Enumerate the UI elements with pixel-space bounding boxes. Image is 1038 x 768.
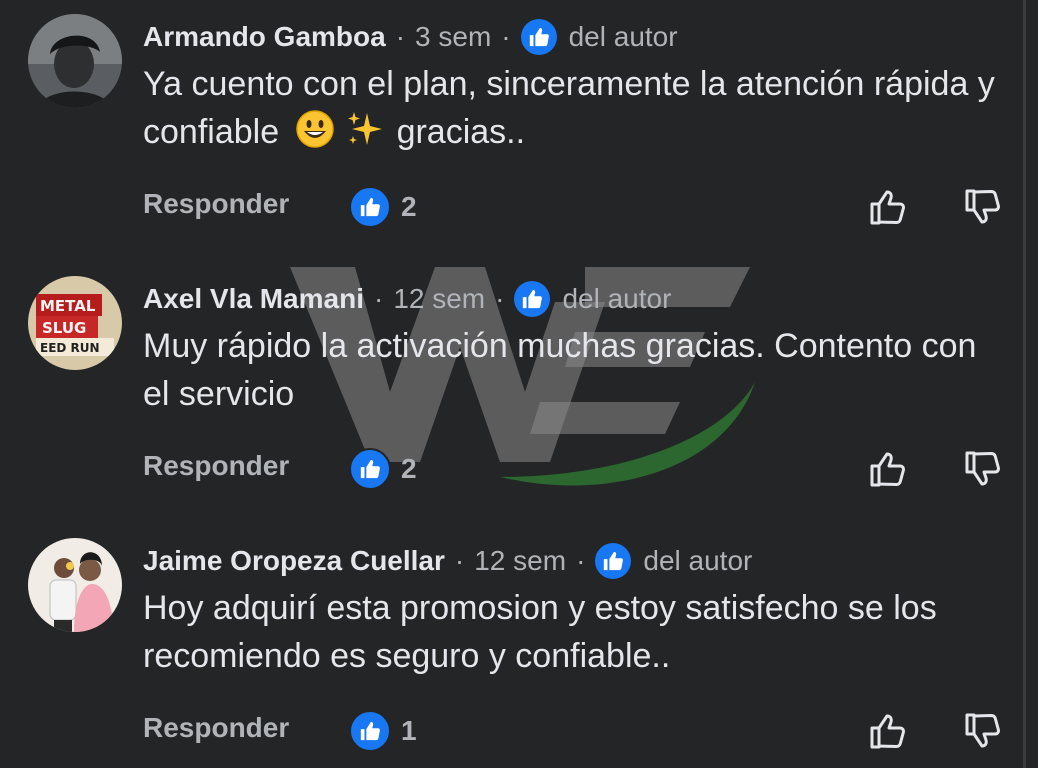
- avatar[interactable]: METAL SLUG EED RUN: [28, 276, 122, 370]
- comment-time[interactable]: 12 sem: [393, 283, 485, 315]
- thumbs-up-outline-icon[interactable]: [866, 186, 908, 228]
- comment-text-part: Ya cuento con el plan, sinceramente la a…: [143, 65, 995, 151]
- comment-actions: Responder 2: [143, 448, 1003, 490]
- avatar[interactable]: [28, 14, 122, 108]
- comment-meta: Armando Gamboa · 3 sem · del autor: [143, 18, 678, 56]
- author-name[interactable]: Armando Gamboa: [143, 21, 386, 53]
- comment-item: Jaime Oropeza Cuellar · 12 sem · del aut…: [0, 524, 1030, 768]
- reply-button[interactable]: Responder: [143, 712, 289, 744]
- comment-meta: Jaime Oropeza Cuellar · 12 sem · del aut…: [143, 542, 752, 580]
- scrollbar[interactable]: [1023, 0, 1026, 768]
- reaction-summary[interactable]: 1: [349, 710, 417, 752]
- thumbs-up-icon: [520, 19, 557, 55]
- avatar[interactable]: [28, 538, 122, 632]
- comment-time[interactable]: 12 sem: [474, 545, 566, 577]
- thumbs-up-icon: [595, 543, 632, 579]
- reaction-summary[interactable]: 2: [349, 186, 417, 228]
- thumbs-up-icon: [349, 448, 391, 490]
- author-tag: del autor: [568, 21, 678, 52]
- reaction-summary[interactable]: 2: [349, 448, 417, 490]
- comment-time[interactable]: 3 sem: [415, 21, 491, 53]
- separator: ·: [373, 283, 384, 314]
- separator: ·: [495, 283, 505, 314]
- comment-text: Hoy adquirí esta promosion y estoy satis…: [143, 589, 937, 675]
- thumbs-up-outline-icon[interactable]: [866, 448, 908, 490]
- author-tag: del autor: [643, 545, 753, 576]
- separator: ·: [454, 545, 465, 576]
- avatar-text: SLUG: [42, 319, 86, 337]
- author-name[interactable]: Jaime Oropeza Cuellar: [143, 545, 445, 577]
- author-tag: del autor: [562, 283, 672, 314]
- author-name[interactable]: Axel Vla Mamani: [143, 283, 364, 315]
- comment-text: Muy rápido la activación muchas gracias.…: [143, 327, 977, 413]
- comment-meta: Axel Vla Mamani · 12 sem · del autor: [143, 280, 671, 318]
- like-count: 2: [401, 453, 417, 484]
- sparkles-emoji-icon: [347, 112, 382, 145]
- comment-actions: Responder 2: [143, 186, 1003, 228]
- separator: ·: [395, 21, 406, 52]
- thumbs-up-icon: [349, 186, 391, 228]
- comment-actions: Responder 1: [143, 710, 1003, 752]
- like-count: 1: [401, 715, 417, 746]
- comment-text: Ya cuento con el plan, sinceramente la a…: [143, 60, 1003, 156]
- reply-button[interactable]: Responder: [143, 450, 289, 482]
- thumbs-up-icon: [349, 710, 391, 752]
- separator: ·: [576, 545, 586, 576]
- separator: ·: [501, 21, 511, 52]
- thumbs-down-outline-icon[interactable]: [961, 448, 1003, 490]
- comments-page: Armando Gamboa · 3 sem · del autor Ya cu…: [0, 0, 1038, 768]
- avatar-text: EED RUN: [40, 341, 100, 355]
- thumbs-up-outline-icon[interactable]: [866, 710, 908, 752]
- comment-item: Armando Gamboa · 3 sem · del autor Ya cu…: [0, 0, 1030, 262]
- smiley-emoji-icon: [295, 110, 334, 148]
- comment-item: METAL SLUG EED RUN Axel Vla Mamani · 12 …: [0, 262, 1030, 524]
- thumbs-up-icon: [514, 281, 551, 317]
- avatar-text: METAL: [40, 297, 96, 315]
- thumbs-down-outline-icon[interactable]: [961, 186, 1003, 228]
- reply-button[interactable]: Responder: [143, 188, 289, 220]
- like-count: 2: [401, 191, 417, 222]
- comment-text-part: gracias..: [396, 113, 526, 151]
- thumbs-down-outline-icon[interactable]: [961, 710, 1003, 752]
